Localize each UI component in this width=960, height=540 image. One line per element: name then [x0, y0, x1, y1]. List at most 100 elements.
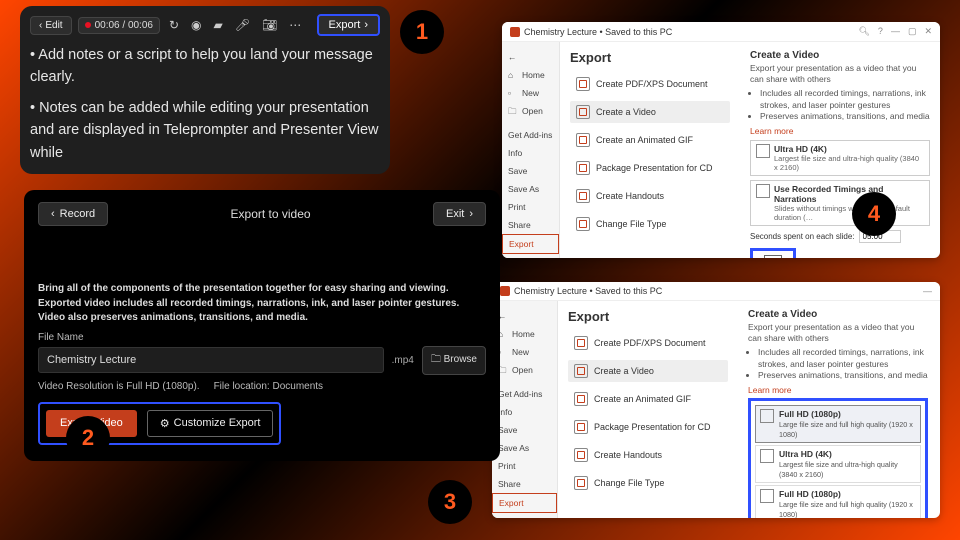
file-name-label: File Name — [38, 332, 486, 343]
opt-gif[interactable]: Create an Animated GIF — [570, 129, 730, 151]
powerpoint-logo-icon — [500, 286, 510, 296]
settings-icon[interactable]: 📷︎ — [259, 15, 280, 35]
recorder-toolbar: ‹Edit 00:06 / 00:06 ↻ ◉ ▰ 🎤︎ 📷︎ ⋯ Export… — [30, 14, 380, 36]
browse-button[interactable]: 🗀 Browse — [422, 346, 486, 375]
learn-more-link[interactable]: Learn more — [750, 126, 793, 136]
record-button-icon[interactable]: ◉ — [188, 15, 204, 35]
exit-button[interactable]: Exit› — [433, 202, 486, 226]
notes-text: • Add notes or a script to help you land… — [30, 44, 380, 164]
export-heading: Export — [570, 50, 730, 65]
open-icon: 🗀 — [508, 106, 518, 116]
pdf-icon — [574, 336, 588, 350]
camera-icon[interactable]: ▰ — [211, 15, 226, 35]
search-icon[interactable]: 🔍︎ — [858, 26, 869, 37]
timings-dropdown[interactable]: Use Recorded Timings and NarrationsSlide… — [750, 180, 930, 226]
opt-gif[interactable]: Create an Animated GIF — [568, 388, 728, 410]
quality-dropdown[interactable]: Ultra HD (4K)Largest file size and ultra… — [750, 140, 930, 176]
sidebar-back[interactable]: ← — [492, 307, 557, 325]
sidebar-home[interactable]: ⌂Home — [502, 66, 559, 84]
sidebar-new[interactable]: ▫New — [502, 84, 559, 102]
gif-icon — [574, 392, 588, 406]
record-time: 00:06 / 00:06 — [78, 17, 160, 34]
close-icon[interactable]: ✕ — [924, 26, 932, 37]
sidebar-back[interactable]: ← — [502, 48, 559, 66]
opt-video[interactable]: Create a Video — [570, 101, 730, 123]
sidebar-open[interactable]: 🗀Open — [502, 102, 559, 120]
video-icon — [574, 364, 588, 378]
notes-line-2: • Notes can be added while editing your … — [30, 97, 380, 164]
sidebar-share[interactable]: Share — [502, 216, 559, 234]
window-titlebar: Chemistry Lecture • Saved to this PC — — [492, 282, 940, 301]
res-opt-0[interactable]: Ultra HD (4K)Largest file size and ultra… — [755, 445, 921, 483]
handouts-icon — [574, 448, 588, 462]
opt-handouts[interactable]: Create Handouts — [568, 444, 728, 466]
record-button[interactable]: ‹Record — [38, 202, 108, 226]
customize-label: Customize Export — [174, 417, 261, 429]
opt-handouts[interactable]: Create Handouts — [570, 185, 730, 207]
notes-line-1: • Add notes or a script to help you land… — [30, 44, 380, 89]
minimize-icon[interactable]: — — [891, 26, 900, 37]
create-video-button[interactable]: Create Video — [750, 248, 796, 259]
resolution-info: Video Resolution is Full HD (1080p). — [38, 381, 200, 392]
retake-icon[interactable]: ↻ — [166, 15, 182, 35]
sidebar-save[interactable]: Save — [502, 162, 559, 180]
bullet-2: Preserves animations, transitions, and m… — [760, 111, 930, 122]
sidebar-open[interactable]: 🗀Open — [492, 361, 557, 379]
resolution-dropdown-open: Full HD (1080p)Large file size and full … — [748, 398, 928, 519]
bullet-1: Includes all recorded timings, narration… — [760, 88, 930, 111]
export-heading: Export — [568, 309, 728, 324]
more-icon[interactable]: ⋯ — [286, 15, 304, 35]
handouts-icon — [576, 189, 590, 203]
powerpoint-logo-icon — [510, 27, 520, 37]
sidebar-info[interactable]: Info — [492, 403, 557, 421]
opt-pdf[interactable]: Create PDF/XPS Document — [570, 73, 730, 95]
sidebar-new[interactable]: ▫New — [492, 343, 557, 361]
help-icon[interactable]: ? — [878, 26, 883, 37]
opt-cd[interactable]: Package Presentation for CD — [570, 157, 730, 179]
sidebar-more[interactable]: More... — [502, 254, 559, 258]
new-icon: ▫ — [508, 88, 518, 98]
backstage-sidebar: ← ⌂Home ▫New 🗀Open Get Add-ins Info Save… — [502, 42, 560, 258]
sidebar-save[interactable]: Save — [492, 421, 557, 439]
monitor-icon — [760, 409, 774, 423]
timings-icon — [756, 184, 770, 198]
res-selected[interactable]: Full HD (1080p)Large file size and full … — [755, 405, 921, 443]
sidebar-addins[interactable]: Get Add-ins — [492, 385, 557, 403]
monitor-icon — [756, 144, 770, 158]
record-dot-icon — [85, 22, 91, 28]
file-name-input[interactable] — [38, 347, 384, 373]
mic-icon[interactable]: 🎤︎ — [232, 15, 253, 35]
res-opt-1[interactable]: Full HD (1080p)Large file size and full … — [755, 485, 921, 519]
chevron-left-icon: ‹ — [39, 20, 42, 31]
sidebar-addins[interactable]: Get Add-ins — [502, 126, 559, 144]
customize-export-button[interactable]: ⚙Customize Export — [147, 410, 274, 437]
opt-filetype[interactable]: Change File Type — [570, 213, 730, 235]
sidebar-export[interactable]: Export — [502, 234, 559, 254]
sidebar-home[interactable]: ⌂Home — [492, 325, 557, 343]
opt-pdf[interactable]: Create PDF/XPS Document — [568, 332, 728, 354]
sidebar-print[interactable]: Print — [502, 198, 559, 216]
export-label: Export — [329, 19, 361, 31]
learn-more-link[interactable]: Learn more — [748, 385, 791, 395]
sidebar-saveas[interactable]: Save As — [502, 180, 559, 198]
sidebar-export[interactable]: Export — [492, 493, 557, 513]
sidebar-close[interactable]: Close — [492, 513, 557, 518]
export-description: Bring all of the components of the prese… — [38, 282, 486, 326]
export-button[interactable]: Export› — [317, 14, 380, 36]
opt-filetype[interactable]: Change File Type — [568, 472, 728, 494]
sidebar-print[interactable]: Print — [492, 457, 557, 475]
sidebar-saveas[interactable]: Save As — [492, 439, 557, 457]
sidebar-share[interactable]: Share — [492, 475, 557, 493]
file-ext: .mp4 — [392, 355, 414, 366]
minimize-icon[interactable]: — — [923, 286, 932, 296]
edit-button[interactable]: ‹Edit — [30, 16, 72, 35]
sidebar-info[interactable]: Info — [502, 144, 559, 162]
opt-video[interactable]: Create a Video — [568, 360, 728, 382]
step-badge-1: 1 — [400, 10, 444, 54]
opt-cd[interactable]: Package Presentation for CD — [568, 416, 728, 438]
exit-label: Exit — [446, 208, 464, 220]
bullet-1: Includes all recorded timings, narration… — [758, 347, 928, 370]
monitor-icon — [760, 489, 774, 503]
cd-icon — [574, 420, 588, 434]
maximize-icon[interactable]: ▢ — [908, 26, 917, 37]
